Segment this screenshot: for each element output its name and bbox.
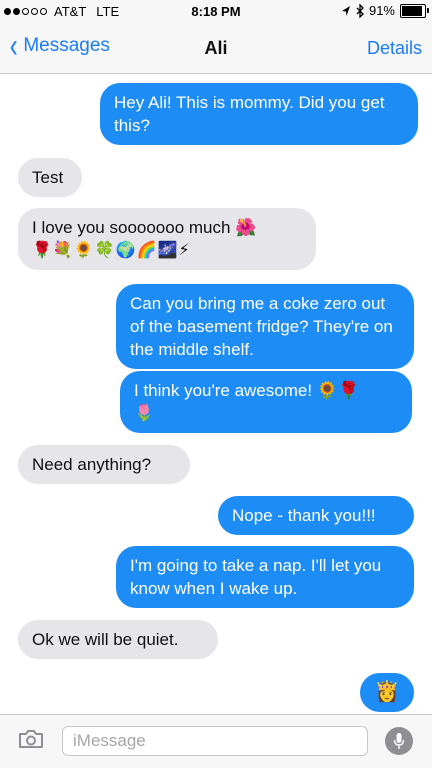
message-bubble-incoming[interactable]: Test xyxy=(18,158,82,197)
microphone-icon xyxy=(393,733,405,749)
message-input-bar xyxy=(0,714,432,768)
message-bubble-incoming[interactable]: Ok we will be quiet. xyxy=(18,620,218,659)
message-bubble-outgoing[interactable]: I think you're awesome! 🌻🌹 🌷 xyxy=(120,371,412,433)
location-arrow-icon xyxy=(341,5,350,16)
message-bubble-incoming[interactable]: I love you sooooooo much 🌺 🌹💐🌻🍀🌍🌈🌌⚡ xyxy=(18,208,316,270)
message-bubble-outgoing[interactable]: Nope - thank you!!! xyxy=(218,496,414,535)
message-text: Can you bring me a coke zero out of the … xyxy=(130,294,393,359)
status-indicators: 91% xyxy=(341,3,429,18)
message-bubble-outgoing[interactable]: Hey Ali! This is mommy. Did you get this… xyxy=(100,83,418,145)
navigation-bar: ‹ Messages Ali Details xyxy=(0,24,432,74)
bluetooth-icon xyxy=(356,3,364,18)
message-bubble-outgoing[interactable]: Can you bring me a coke zero out of the … xyxy=(116,284,414,369)
message-emoji: 👸 xyxy=(374,681,400,703)
message-text: Ok we will be quiet. xyxy=(32,630,179,649)
message-emoji-line: 🌹💐🌻🍀🌍🌈🌌⚡ xyxy=(32,242,191,259)
message-text: I think you're awesome! 🌻🌹 xyxy=(134,381,360,400)
imessage-input[interactable] xyxy=(62,726,368,756)
message-text: Nope - thank you!!! xyxy=(232,506,376,525)
message-text: I'm going to take a nap. I'll let you kn… xyxy=(130,556,382,598)
message-text: I love you sooooooo much 🌺 xyxy=(32,218,257,237)
battery-fill xyxy=(402,5,423,16)
message-bubble-incoming[interactable]: Need anything? xyxy=(18,445,190,484)
message-bubble-outgoing[interactable]: I'm going to take a nap. I'll let you kn… xyxy=(116,546,414,608)
status-bar: AT&T LTE 8:18 PM 91% xyxy=(0,0,432,24)
message-emoji-line: 🌷 xyxy=(134,405,155,422)
battery-icon xyxy=(400,3,429,18)
microphone-button[interactable] xyxy=(385,727,413,755)
message-bubble-outgoing[interactable]: 👸 xyxy=(360,673,414,712)
battery-percent: 91% xyxy=(368,3,395,18)
message-text: Need anything? xyxy=(32,455,152,474)
camera-icon[interactable] xyxy=(18,729,44,749)
message-text: Hey Ali! This is mommy. Did you get this… xyxy=(114,93,385,135)
message-text: Test xyxy=(32,168,64,187)
details-button[interactable]: Details xyxy=(367,38,422,59)
